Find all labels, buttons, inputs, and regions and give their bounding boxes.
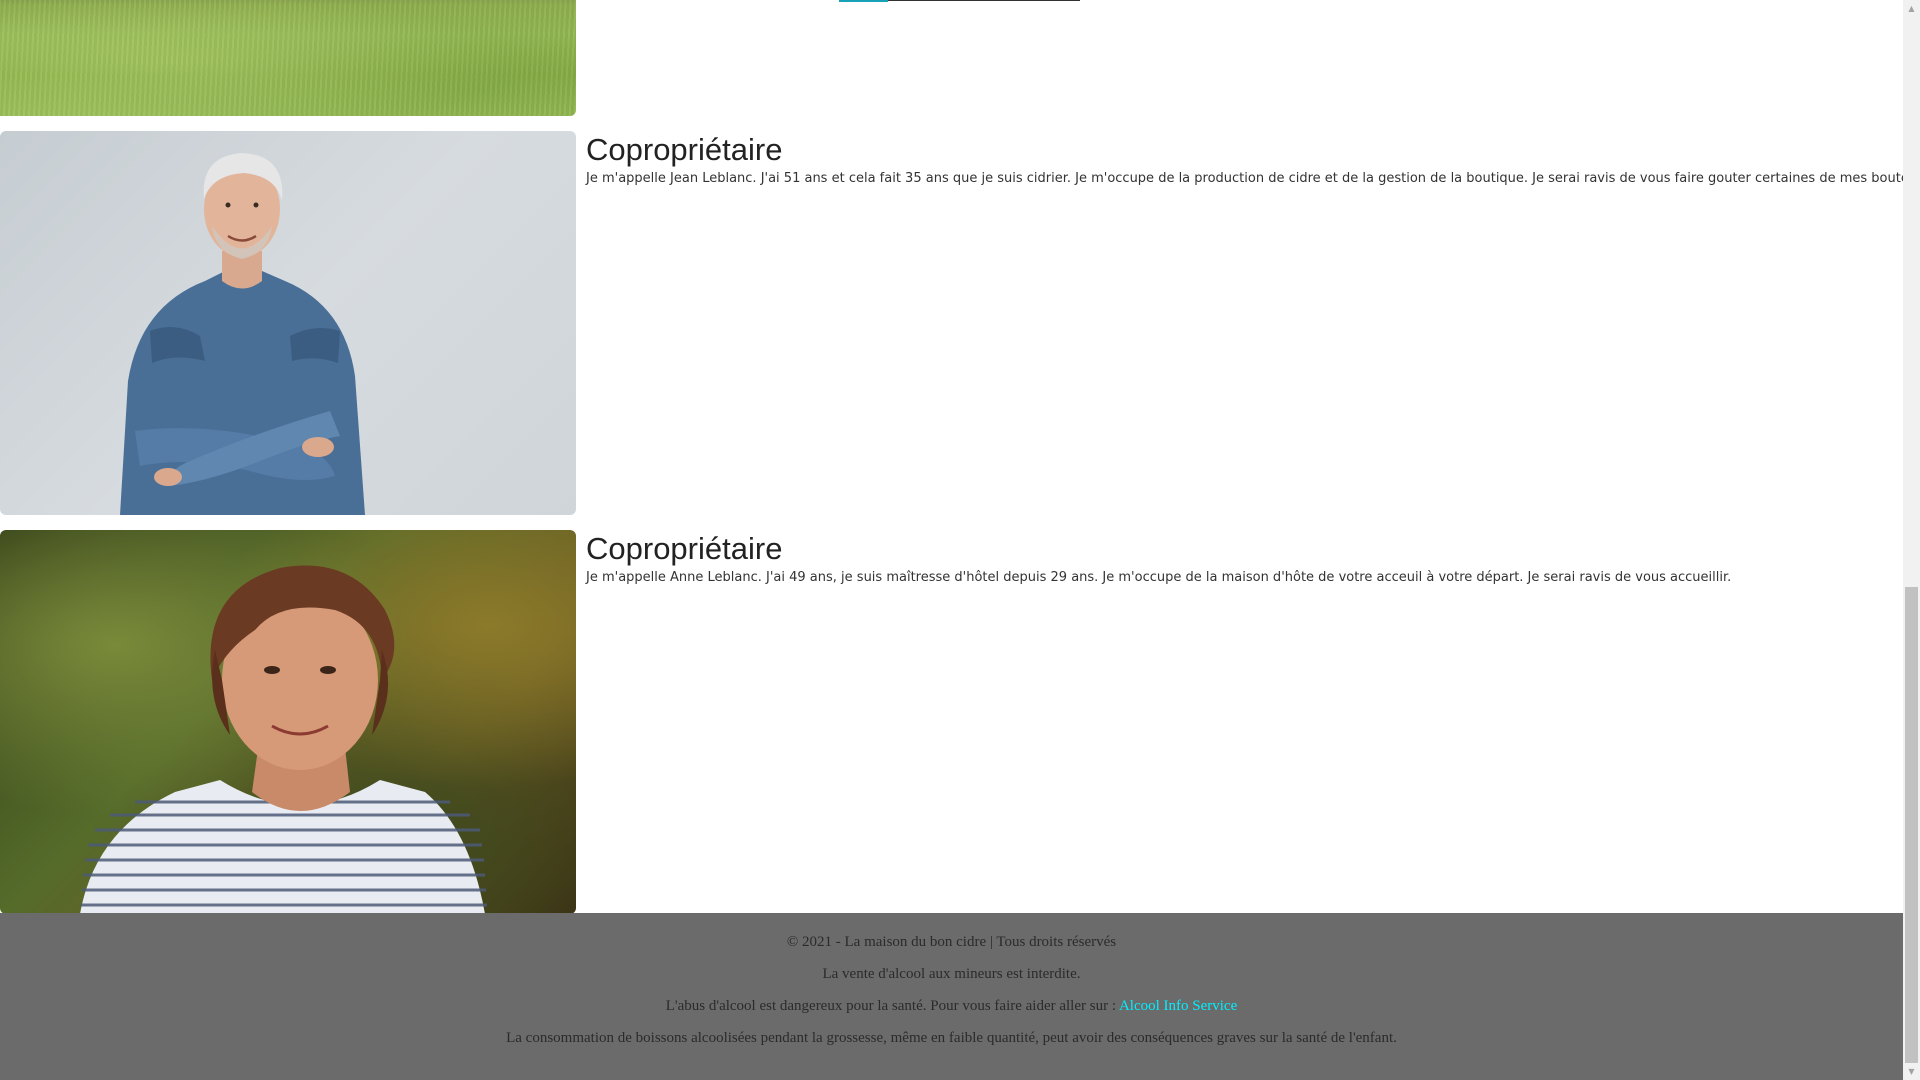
scrollbar-thumb[interactable] xyxy=(1905,587,1918,1063)
site-footer: © 2021 - La maison du bon cidre | Tous d… xyxy=(0,913,1903,1080)
footer-abuse-warning: L'abus d'alcool est dangereux pour la sa… xyxy=(0,998,1903,1015)
scroll-up-arrow-icon[interactable]: ▲ xyxy=(1903,0,1920,17)
scroll-down-arrow-icon[interactable]: ▼ xyxy=(1903,1063,1920,1080)
footer-copyright: © 2021 - La maison du bon cidre | Tous d… xyxy=(786,934,1117,950)
man-portrait-image xyxy=(120,153,365,515)
footer-pregnancy-warning: La consommation de boissons alcoolisées … xyxy=(506,1030,1397,1046)
footer-abuse-text: L'abus d'alcool est dangereux pour la sa… xyxy=(665,998,1117,1014)
owner-description: Je m'appelle Anne Leblanc. J'ai 49 ans, … xyxy=(586,570,1732,585)
owner-photo-jean xyxy=(0,131,576,515)
alcool-info-service-link[interactable]: Alcool Info Service xyxy=(1119,998,1237,1014)
owner-photo-anne xyxy=(0,530,576,914)
woman-portrait-image xyxy=(80,565,487,914)
footer-minors-warning: La vente d'alcool aux mineurs est interd… xyxy=(822,966,1081,982)
vertical-scrollbar[interactable]: ▲ ▼ xyxy=(1903,0,1920,1080)
owner-title: Copropriétaire xyxy=(586,531,783,566)
owner-description: Je m'appelle Jean Leblanc. J'ai 51 ans e… xyxy=(586,171,1903,186)
page: Copropriétaire Je m'appelle Jean Leblanc… xyxy=(0,0,1903,1080)
underline-accent xyxy=(839,0,888,2)
owner-title: Copropriétaire xyxy=(586,132,783,167)
section-underline xyxy=(839,0,1080,2)
field-photo xyxy=(0,0,576,116)
